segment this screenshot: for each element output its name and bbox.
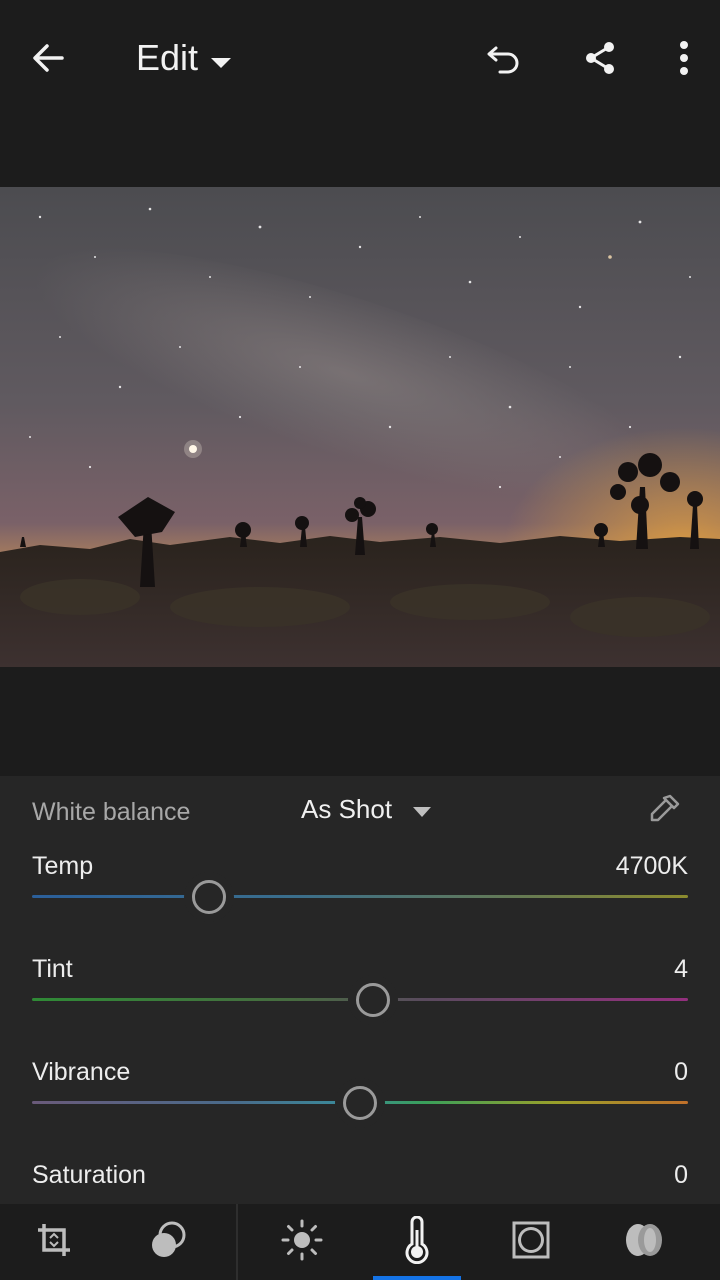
temp-label: Temp (32, 852, 94, 880)
tint-thumb[interactable] (356, 983, 391, 1017)
photo-preview[interactable] (0, 187, 720, 667)
temp-thumb[interactable] (192, 880, 227, 914)
selective-icon[interactable] (136, 1210, 200, 1270)
saturation-value: 0 (674, 1161, 688, 1189)
light-icon[interactable] (270, 1210, 334, 1270)
vibrance-label: Vibrance (32, 1058, 131, 1086)
undo-icon[interactable] (480, 34, 528, 82)
chevron-down-icon (210, 37, 232, 79)
vignette-icon[interactable] (499, 1210, 563, 1270)
edit-mode-dropdown[interactable]: Edit (136, 34, 232, 82)
more-vertical-icon[interactable] (660, 34, 708, 82)
color-icon[interactable] (385, 1210, 449, 1270)
saturation-label: Saturation (32, 1161, 146, 1189)
eyedropper-icon[interactable] (644, 790, 684, 835)
optics-icon[interactable] (612, 1210, 676, 1270)
share-icon[interactable] (576, 34, 624, 82)
night-sky-image (0, 187, 720, 667)
vibrance-value: 0 (674, 1058, 688, 1086)
temp-value: 4700K (615, 852, 688, 880)
chevron-down-icon (412, 794, 432, 825)
crop-icon[interactable] (22, 1210, 86, 1270)
color-edit-panel: White balance As Shot Temp 4700K Tint 4 … (0, 776, 720, 1204)
active-tab-indicator (373, 1276, 461, 1280)
white-balance-label: White balance (32, 798, 191, 826)
white-balance-row: White balance As Shot (32, 784, 688, 840)
vibrance-slider[interactable]: Vibrance 0 (32, 1058, 688, 1148)
vibrance-thumb[interactable] (343, 1086, 377, 1120)
tint-value: 4 (674, 955, 688, 983)
page-title: Edit (136, 37, 199, 78)
white-balance-dropdown[interactable]: As Shot (301, 794, 432, 825)
tint-label: Tint (32, 955, 73, 983)
white-balance-value: As Shot (301, 794, 393, 824)
temp-slider[interactable]: Temp 4700K (32, 852, 688, 942)
back-arrow-icon[interactable] (24, 34, 72, 82)
tint-slider[interactable]: Tint 4 (32, 955, 688, 1045)
toolbar-divider (236, 1204, 238, 1280)
temp-track[interactable] (32, 895, 688, 898)
